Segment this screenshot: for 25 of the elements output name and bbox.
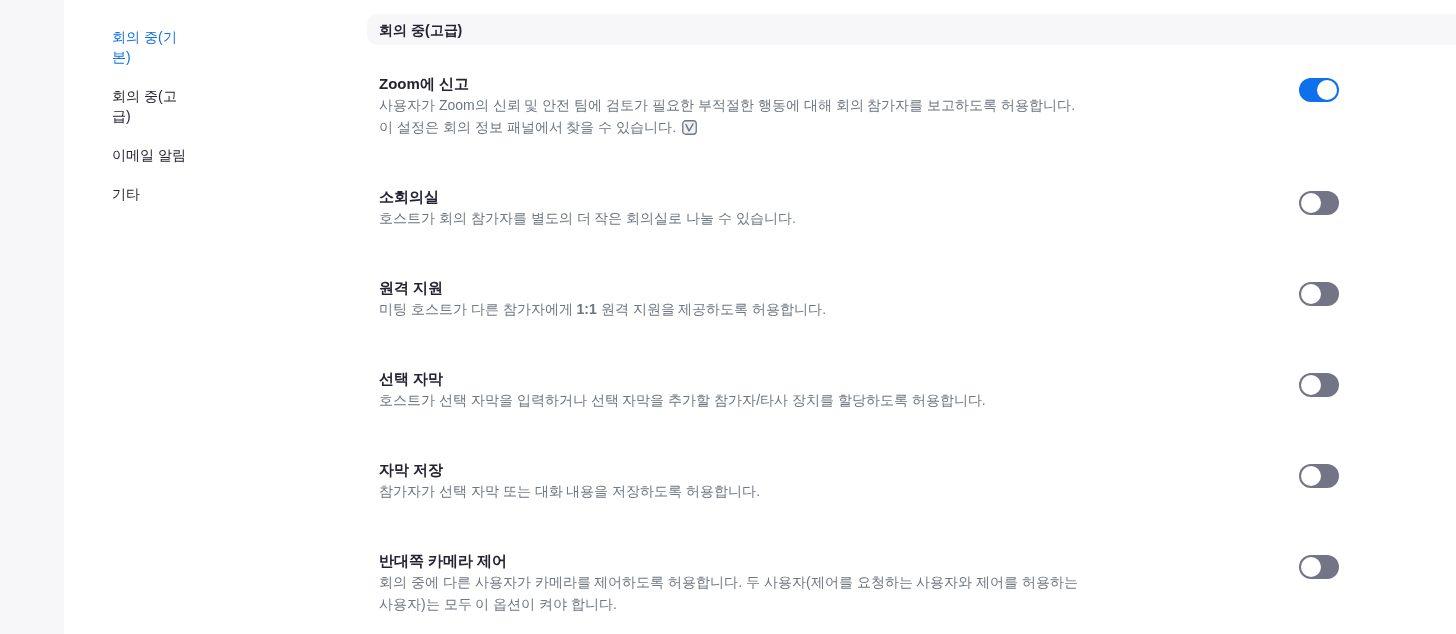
section-title: 회의 중(고급) — [379, 20, 463, 40]
setting-title: 원격 지원 — [379, 278, 445, 298]
toggle-switch[interactable] — [1299, 78, 1339, 102]
toggle-switch[interactable] — [1299, 191, 1339, 215]
setting-description: 호스트가 선택 자막을 입력하거나 선택 자막을 추가할 참가자/타사 장치를 할당하도록 허용합니다. — [379, 391, 986, 410]
sidebar-item[interactable]: 회의 중(기본) — [112, 27, 190, 67]
sidebar-item[interactable]: 이메일 알림 — [112, 145, 190, 165]
sidebar-item[interactable]: 기타 — [112, 184, 190, 204]
setting-description: 미팅 호스트가 다른 참가자에게 1:1 원격 지원을 제공하도록 허용합니다. — [379, 300, 827, 319]
setting-description: 회의 중에 다른 사용자가 카메라를 제어하도록 허용합니다. 두 사용자(제어를 요청하는 사용자와 제어를 허용하는 사용자)는 모두 이 옵션이 켜야 합니다. — [379, 573, 1079, 614]
toggle-switch[interactable] — [1299, 464, 1339, 488]
setting-title: 선택 자막 — [379, 369, 445, 389]
toggle-switch[interactable] — [1299, 373, 1339, 397]
setting-note: 이 설정은 회의 정보 패널에서 찾을 수 있습니다. — [379, 118, 677, 137]
setting-title: 반대쪽 카메라 제어 — [379, 551, 509, 571]
setting-description: 호스트가 회의 참가자를 별도의 더 작은 회의실로 나눌 수 있습니다. — [379, 209, 796, 228]
sidebar-item[interactable]: 회의 중(고급) — [112, 86, 190, 126]
setting-description: 참가자가 선택 자막 또는 대화 내용을 저장하도록 허용합니다. — [379, 482, 761, 501]
setting-description: 사용자가 Zoom의 신뢰 및 안전 팀에 검토가 필요한 부적절한 행동에 대해 회의 참가자를 보고하도록 허용합니다. — [379, 96, 1076, 115]
setting-title: Zoom에 신고 — [379, 74, 470, 94]
setting-title: 소회의실 — [379, 187, 440, 207]
setting-title: 자막 저장 — [379, 460, 445, 480]
check-tile-icon[interactable] — [682, 119, 698, 135]
toggle-switch[interactable] — [1299, 555, 1339, 579]
toggle-switch[interactable] — [1299, 282, 1339, 306]
